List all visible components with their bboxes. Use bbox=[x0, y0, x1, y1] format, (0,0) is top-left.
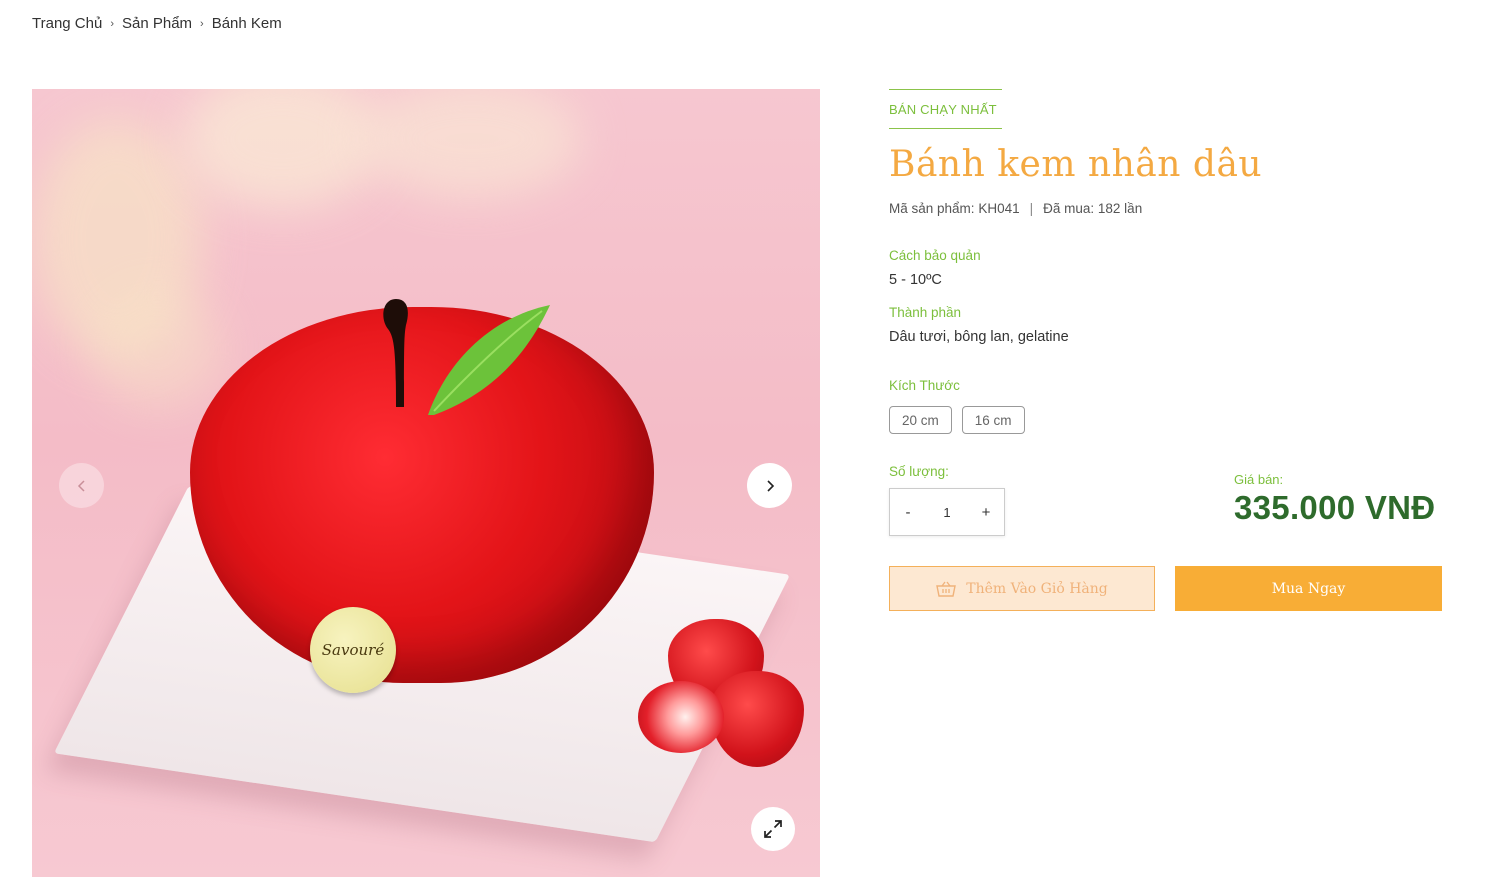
cake-leaf bbox=[428, 305, 550, 415]
breadcrumb-home[interactable]: Trang Chủ bbox=[32, 15, 102, 32]
buy-now-button[interactable]: Mua Ngay bbox=[1175, 566, 1442, 611]
chevron-left-icon bbox=[77, 479, 85, 492]
size-option-16cm[interactable]: 16 cm bbox=[961, 406, 1025, 434]
gallery-next-button[interactable] bbox=[747, 463, 792, 508]
quantity-decrease-button[interactable]: - bbox=[894, 503, 922, 522]
strawberry-half bbox=[638, 681, 724, 753]
background-bloom bbox=[182, 89, 382, 209]
breadcrumb-separator: › bbox=[200, 17, 204, 30]
price-value: 335.000 VNĐ bbox=[1234, 489, 1436, 526]
bestseller-badge: BÁN CHẠY NHẤT bbox=[889, 89, 1002, 129]
ingredients-value: Dâu tươi, bông lan, gelatine bbox=[889, 329, 1069, 345]
strawberry bbox=[710, 671, 804, 767]
basket-icon bbox=[936, 581, 957, 597]
brand-logo: Savouré bbox=[310, 607, 396, 693]
size-option-20cm[interactable]: 20 cm bbox=[889, 406, 952, 434]
cake-stem bbox=[383, 299, 408, 407]
quantity-increase-button[interactable]: + bbox=[972, 503, 1000, 522]
purchase-count: Đã mua: 182 lần bbox=[1043, 201, 1143, 216]
size-options: 20 cm 16 cm bbox=[889, 406, 1025, 434]
zoom-button[interactable] bbox=[751, 807, 795, 851]
background-bloom bbox=[362, 89, 582, 199]
add-to-cart-label: Thêm Vào Giỏ Hàng bbox=[966, 580, 1108, 597]
breadcrumb: Trang Chủ › Sản Phẩm › Bánh Kem bbox=[32, 15, 282, 32]
quantity-label: Số lượng: bbox=[889, 464, 949, 479]
price-label: Giá bán: bbox=[1234, 472, 1284, 487]
meta-separator: | bbox=[1029, 201, 1034, 216]
gallery-prev-button[interactable] bbox=[59, 463, 104, 508]
quantity-stepper: - + bbox=[889, 488, 1005, 536]
background-bloom bbox=[92, 289, 222, 409]
storage-value: 5 - 10ºC bbox=[889, 272, 942, 288]
add-to-cart-button[interactable]: Thêm Vào Giỏ Hàng bbox=[889, 566, 1155, 611]
quantity-input[interactable] bbox=[930, 503, 964, 521]
product-image-gallery: Savouré bbox=[32, 89, 820, 877]
chevron-right-icon bbox=[766, 479, 774, 492]
product-title: Bánh kem nhân dâu bbox=[889, 144, 1263, 185]
size-label: Kích Thước bbox=[889, 378, 960, 393]
ingredients-label: Thành phần bbox=[889, 305, 962, 320]
breadcrumb-cakes[interactable]: Bánh Kem bbox=[212, 15, 282, 32]
breadcrumb-separator: › bbox=[110, 17, 114, 30]
storage-label: Cách bảo quản bbox=[889, 248, 981, 263]
breadcrumb-products[interactable]: Sản Phẩm bbox=[122, 15, 192, 32]
sku: Mã sản phẩm: KH041 bbox=[889, 201, 1020, 216]
expand-icon bbox=[764, 820, 782, 838]
apple-cake bbox=[190, 307, 654, 683]
product-meta: Mã sản phẩm: KH041 | Đã mua: 182 lần bbox=[889, 201, 1142, 216]
